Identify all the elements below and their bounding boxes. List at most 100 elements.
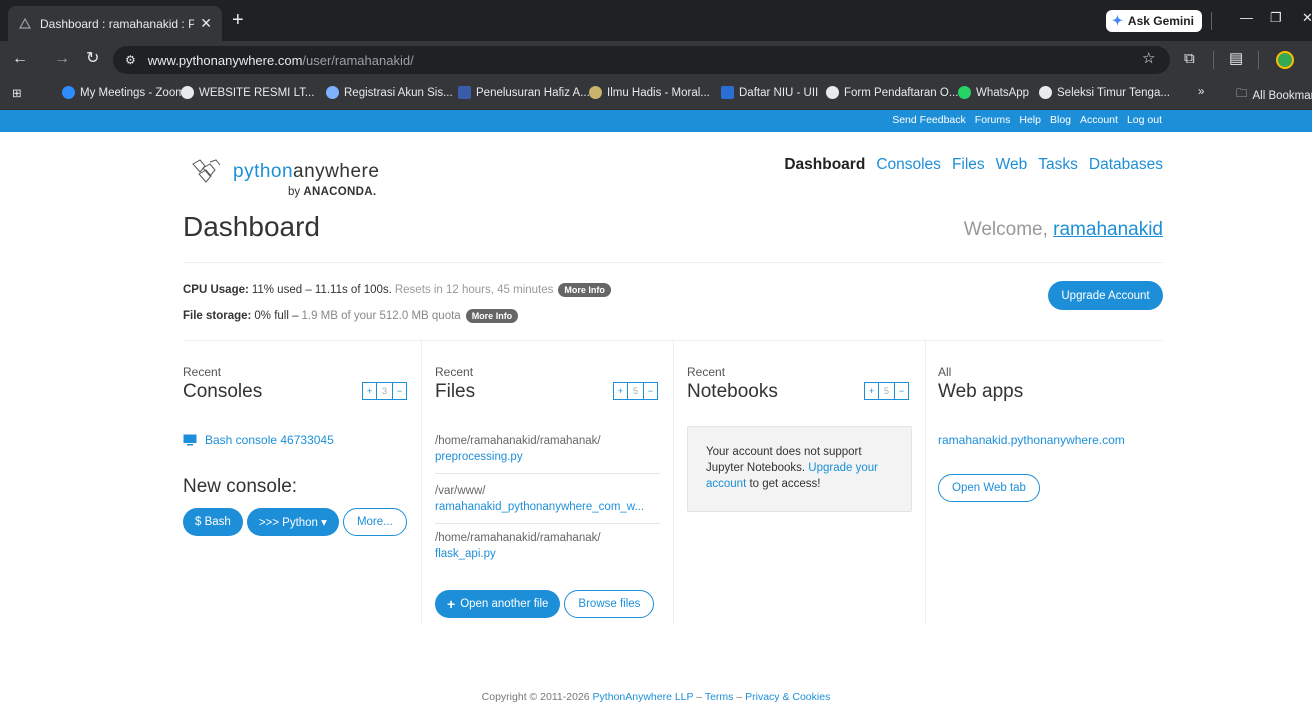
logo-part-python: python [233,161,294,182]
new-console-heading: New console: [183,476,298,497]
bookmark-label: Registrasi Akun Sis... [344,86,453,99]
nav-web[interactable]: Web [996,156,1028,174]
forward-arrow-icon[interactable]: → [54,49,70,69]
decrease-count-button[interactable]: − [894,382,909,400]
bookmark-label: WhatsApp [976,86,1030,99]
file-link[interactable]: preprocessing.py [435,449,660,465]
all-bookmarks[interactable]: 🗀 All Bookmarks [1236,86,1312,105]
bookmark-label: WEBSITE RESMI LT... [199,86,315,99]
address-bar[interactable]: ⚙ www.pythonanywhere.com/user/ramahanaki… [113,46,1170,74]
ask-gemini-button[interactable]: ✦ Ask Gemini [1106,10,1202,32]
notice-text-end: to get access! [749,478,821,490]
cpu-more-info-button[interactable]: More Info [558,283,611,297]
bash-console-button[interactable]: $ Bash [183,508,243,536]
bookmark-seleksi[interactable]: Seleksi Timur Tenga... [1039,86,1170,99]
decrease-count-button[interactable]: − [643,382,658,400]
file-item: /home/ramahanakid/ramahanak/ preprocessi… [435,433,660,474]
webapp-link[interactable]: ramahanakid.pythonanywhere.com [938,433,1125,447]
forums-link[interactable]: Forums [975,114,1011,126]
profile-avatar[interactable] [1276,51,1294,69]
blog-link[interactable]: Blog [1050,114,1071,126]
bookmark-penelusuran[interactable]: Penelusuran Hafiz A... [458,86,590,99]
side-panel-icon[interactable]: ▤ [1229,50,1243,68]
more-consoles-button[interactable]: More... [342,508,407,536]
files-panel: Recent Files + 5 − /home/ramahanakid/ram… [435,340,674,625]
tab-title: Dashboard : ramahanakid : Pyth [40,16,195,31]
account-link[interactable]: Account [1080,114,1118,126]
bookmark-form-pendaftaran[interactable]: Form Pendaftaran O... [826,86,958,99]
site-top-bar: Send Feedback Forums Help Blog Account L… [0,110,1312,132]
bookmark-zoom[interactable]: My Meetings - Zoom [62,86,185,99]
bookmark-website-resmi[interactable]: WEBSITE RESMI LT... [181,86,314,99]
open-another-file-label: Open another file [460,598,549,610]
whatsapp-icon [958,86,971,99]
folder-icon: 🗀 [1236,88,1248,100]
nav-dashboard[interactable]: Dashboard [784,156,865,174]
close-tab-icon[interactable]: ✕ [200,15,212,32]
notebooks-kicker: Recent [687,365,726,379]
python-console-button[interactable]: >>> Python ▾ [246,508,339,536]
back-arrow-icon[interactable]: ← [12,49,28,69]
logo-wordmark: pythonanywhere [233,161,379,183]
consoles-kicker: Recent [183,365,222,379]
open-another-file-button[interactable]: + Open another file [435,590,561,618]
company-link[interactable]: PythonAnywhere LLP [593,691,694,703]
globe-icon [1039,86,1052,99]
logout-link[interactable]: Log out [1127,114,1162,126]
site-info-icon[interactable]: ⚙ [125,53,136,67]
extensions-puzzle-icon[interactable]: ⧉ [1184,50,1195,68]
terms-link[interactable]: Terms [705,691,734,703]
increase-count-button[interactable]: + [613,382,628,400]
nav-files[interactable]: Files [952,156,985,174]
apps-grid-icon[interactable]: ⊞ [12,86,22,100]
browse-files-button[interactable]: Browse files [564,590,655,618]
increase-count-button[interactable]: + [362,382,377,400]
help-link[interactable]: Help [1019,114,1041,126]
console-item[interactable]: Bash console 46733045 [183,433,334,447]
username-link[interactable]: ramahanakid [1053,219,1163,240]
globe-icon [181,86,194,99]
consoles-count: 3 [377,382,392,400]
bookmark-daftar-niu[interactable]: Daftar NIU - UII [721,86,818,99]
notebooks-count-stepper: + 5 − [864,382,909,400]
open-web-tab-button[interactable]: Open Web tab [938,474,1040,502]
restore-icon[interactable]: ❐ [1270,10,1282,26]
file-link[interactable]: flask_api.py [435,546,660,562]
privacy-link[interactable]: Privacy & Cookies [745,691,830,703]
file-link[interactable]: ramahanakid_pythonanywhere_com_w... [435,499,660,515]
nav-databases[interactable]: Databases [1089,156,1163,174]
browser-tab[interactable]: Dashboard : ramahanakid : Pyth ✕ [8,6,222,41]
bookmarks-bar: ⊞ My Meetings - Zoom WEBSITE RESMI LT...… [0,78,1312,110]
cpu-usage: CPU Usage: 11% used – 11.11s of 100s. Re… [183,283,611,297]
footer-separator: – [696,691,703,703]
webapps-kicker: All [938,365,952,379]
bookmark-whatsapp[interactable]: WhatsApp [958,86,1029,99]
console-link[interactable]: Bash console 46733045 [205,433,334,447]
reload-icon[interactable]: ↻ [86,49,99,69]
close-window-icon[interactable]: ✕ [1302,10,1312,26]
decrease-count-button[interactable]: − [392,382,407,400]
bookmark-star-icon[interactable]: ☆ [1142,50,1155,68]
files-title: Files [435,381,476,402]
nav-tasks[interactable]: Tasks [1038,156,1078,174]
storage-more-info-button[interactable]: More Info [465,309,519,323]
cpu-reset-text: Resets in 12 hours, 45 minutes [394,284,554,296]
minimize-icon[interactable]: — [1240,10,1253,25]
file-storage-label: File storage: [183,310,252,322]
send-feedback-link[interactable]: Send Feedback [892,114,966,126]
bookmark-ilmu-hadis[interactable]: Ilmu Hadis - Moral... [589,86,710,99]
bookmark-registrasi[interactable]: Registrasi Akun Sis... [326,86,453,99]
gemini-sparkle-icon: ✦ [1112,13,1123,28]
bookmark-label: Ilmu Hadis - Moral... [607,86,710,99]
divider [1258,51,1259,69]
bookmarks-overflow-button[interactable]: » [1198,86,1204,98]
nav-consoles[interactable]: Consoles [876,156,941,174]
increase-count-button[interactable]: + [864,382,879,400]
upgrade-account-button[interactable]: Upgrade Account [1048,281,1163,310]
new-tab-icon[interactable]: + [232,10,244,30]
bookmark-label: Seleksi Timur Tenga... [1057,86,1170,99]
file-storage-percent: 0% full – [254,310,299,322]
file-buttons: + Open another file Browse files [435,590,655,618]
browser-toolbar: ← → ↻ ⚙ www.pythonanywhere.com/user/rama… [0,41,1312,78]
notebooks-title: Notebooks [687,381,778,402]
